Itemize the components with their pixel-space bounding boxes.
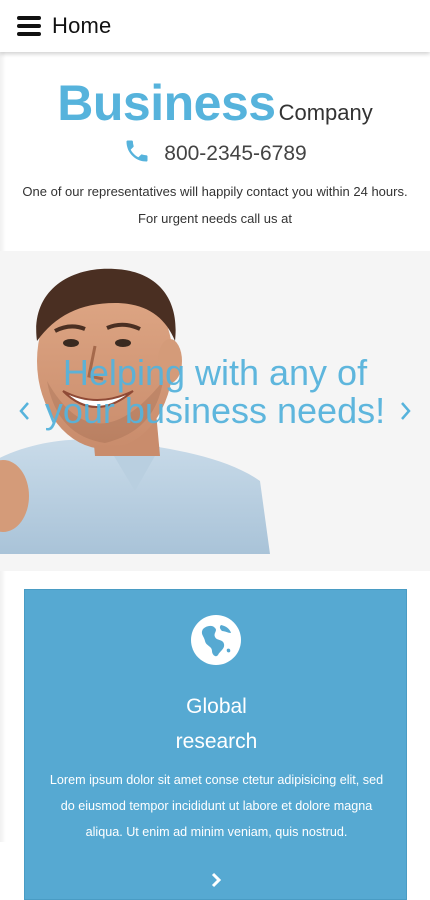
globe-icon [191, 615, 241, 665]
brand-logo[interactable]: Business Company [0, 74, 430, 132]
feature-title: Global research [25, 689, 408, 759]
feature-title-line2: research [175, 730, 258, 753]
feature-card: Global research Lorem ipsum dolor sit am… [24, 589, 407, 900]
top-bar: Home [0, 0, 430, 52]
phone-number[interactable]: 800-2345-6789 [164, 142, 306, 166]
feature-title-line1: Global [186, 695, 247, 718]
hero-caption: Helping with any of your business needs! [44, 352, 386, 431]
feature-text: Lorem ipsum dolor sit amet conse ctetur … [49, 773, 384, 839]
contact-note: One of our representatives will happily … [22, 184, 408, 199]
chevron-right-icon[interactable] [206, 870, 226, 890]
phone-icon [126, 140, 148, 162]
brand-subtitle: Company [278, 100, 373, 125]
urgent-note: For urgent needs call us at [138, 211, 292, 226]
phone-row: 800-2345-6789 [0, 140, 430, 166]
hero-slider: Helping with any of your business needs! [0, 251, 430, 571]
brand-name: Business [57, 75, 276, 131]
page-title: Home [52, 13, 112, 38]
chevron-left-icon[interactable] [14, 399, 36, 423]
hamburger-menu-icon[interactable] [17, 16, 41, 36]
chevron-right-icon[interactable] [394, 399, 416, 423]
